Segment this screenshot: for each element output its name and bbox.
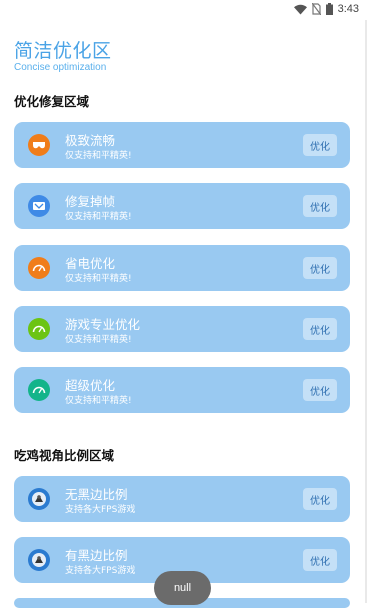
optimize-card-power-saving[interactable]: 省电优化 仅支持和平精英! 优化 [14, 245, 350, 291]
card-desc: 仅支持和平精英! [65, 335, 132, 345]
soldier-icon [28, 488, 50, 510]
optimize-button[interactable]: 优化 [303, 195, 337, 217]
card-desc: 支持各大FPS游戏 [65, 505, 136, 515]
card-desc: 仅支持和平精英! [65, 274, 132, 284]
optimize-card-fix-frame-drop[interactable]: 修复掉帧 仅支持和平精英! 优化 [14, 183, 350, 229]
ratio-card-no-black-border[interactable]: 无黑边比例 支持各大FPS游戏 优化 [14, 476, 350, 522]
optimize-button[interactable]: 优化 [303, 488, 337, 510]
optimize-card-smooth[interactable]: 极致流畅 仅支持和平精英! 优化 [14, 122, 350, 168]
no-sim-icon [311, 3, 321, 15]
card-title: 超级优化 [65, 378, 116, 393]
card-title: 修复掉帧 [65, 194, 116, 209]
card-title: 无黑边比例 [65, 487, 128, 502]
optimize-card-super[interactable]: 超级优化 仅支持和平精英! 优化 [14, 367, 350, 413]
card-title: 省电优化 [65, 256, 116, 271]
gauge-icon [28, 318, 50, 340]
optimize-button[interactable]: 优化 [303, 549, 337, 571]
card-desc: 仅支持和平精英! [65, 212, 132, 222]
card-title: 有黑边比例 [65, 548, 128, 563]
card-title: 极致流畅 [65, 133, 116, 148]
page-subtitle: Concise optimization [14, 62, 107, 73]
status-bar: 3:43 [0, 0, 367, 20]
optimize-button[interactable]: 优化 [303, 318, 337, 340]
card-icon [28, 195, 50, 217]
card-desc: 支持各大FPS游戏 [65, 566, 136, 576]
section-title-optimize-repair: 优化修复区域 [14, 94, 90, 109]
glasses-icon [28, 134, 50, 156]
gauge-icon [28, 379, 50, 401]
wifi-icon [293, 4, 307, 14]
optimize-card-game-pro[interactable]: 游戏专业优化 仅支持和平精英! 优化 [14, 306, 350, 352]
soldier-icon [28, 549, 50, 571]
card-desc: 仅支持和平精英! [65, 151, 132, 161]
battery-icon [325, 3, 333, 15]
page-title: 简洁优化区 [14, 40, 112, 62]
section-title-view-ratio: 吃鸡视角比例区域 [14, 448, 115, 463]
card-desc: 仅支持和平精英! [65, 396, 132, 406]
card-title: 游戏专业优化 [65, 317, 141, 332]
optimize-button[interactable]: 优化 [303, 257, 337, 279]
status-time: 3:43 [337, 3, 359, 15]
optimize-button[interactable]: 优化 [303, 134, 337, 156]
optimize-button[interactable]: 优化 [303, 379, 337, 401]
status-icons: 3:43 [293, 3, 359, 15]
gauge-icon [28, 257, 50, 279]
toast-message: null [154, 571, 211, 605]
